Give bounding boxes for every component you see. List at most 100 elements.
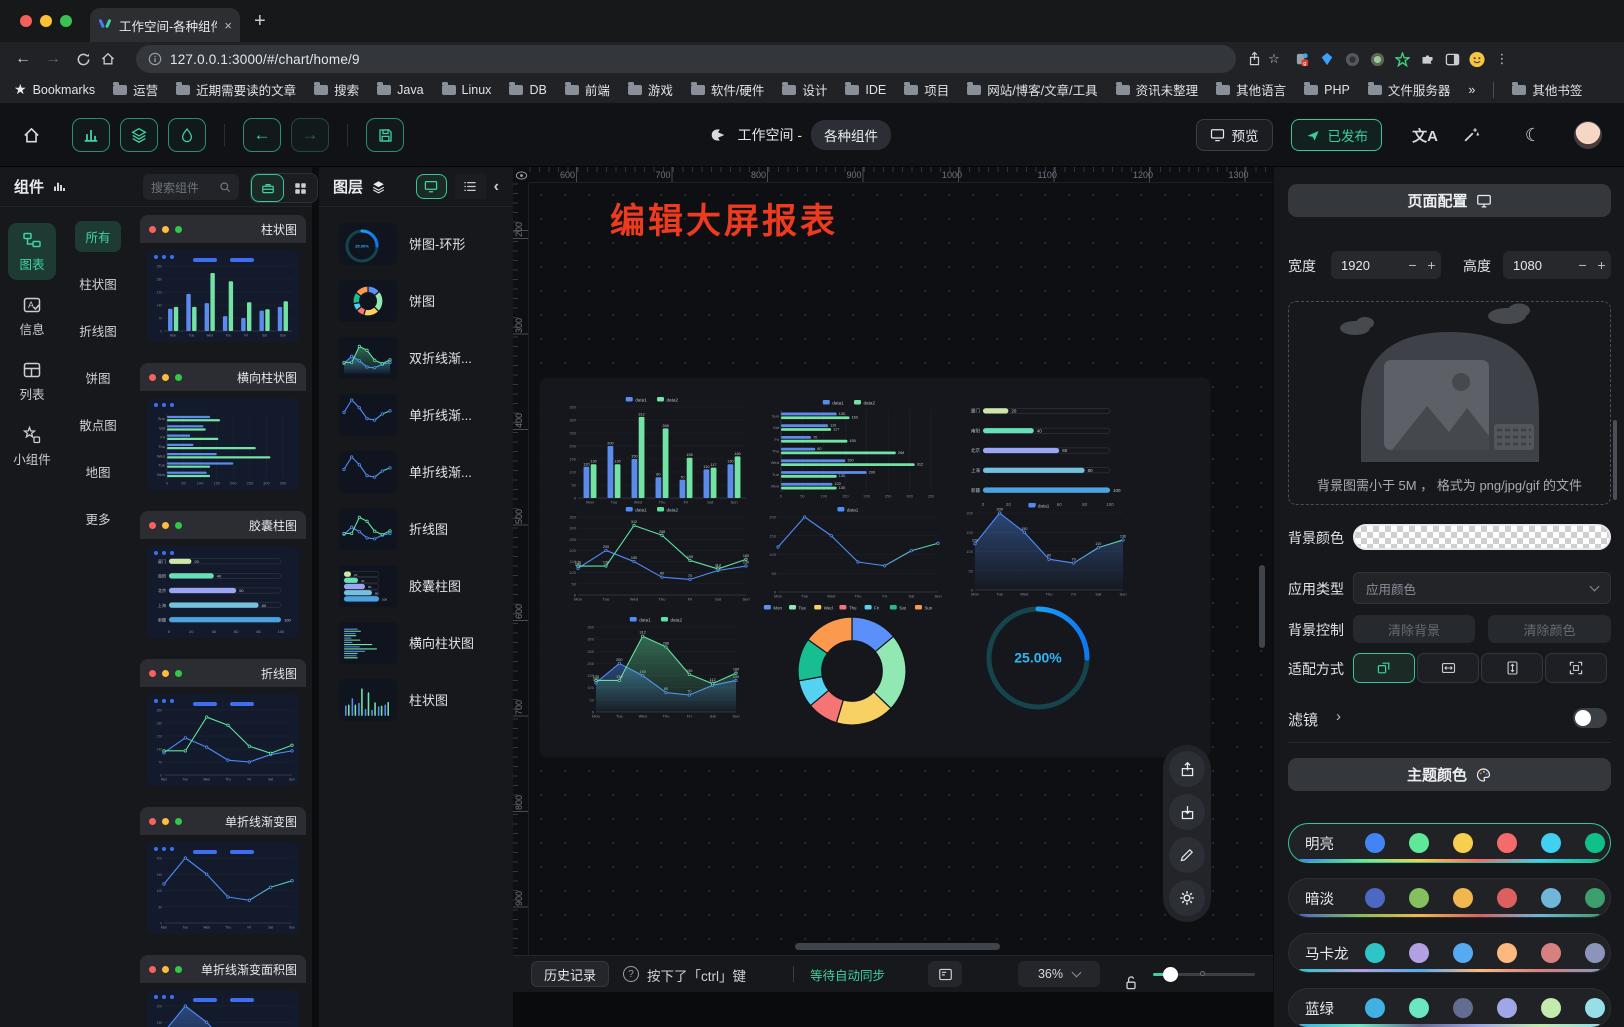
dark-mode-moon-icon[interactable]: ☾ [1516, 125, 1550, 146]
fit-width-button[interactable] [1417, 653, 1479, 683]
panel-toggle-button[interactable] [928, 961, 962, 987]
maximize-window-button[interactable] [60, 15, 72, 27]
category-散点图[interactable]: 散点图 [69, 409, 127, 440]
canvas-chart-capsule[interactable]: 厦门20南阳40北京60上海80新疆100020406080100 [963, 397, 1126, 509]
horizontal-scrollbar[interactable] [795, 943, 1000, 950]
background-color-swatch[interactable] [1353, 524, 1611, 550]
bookmark-item[interactable]: Java [377, 80, 423, 99]
bookmark-item[interactable]: 文件服务器 [1368, 80, 1451, 99]
fit-height-button[interactable] [1481, 653, 1543, 683]
save-button[interactable] [366, 118, 404, 152]
extension-gem-icon[interactable] [1319, 51, 1335, 67]
chevron-right-icon[interactable]: › [1336, 708, 1341, 725]
forward-icon[interactable]: → [40, 50, 66, 68]
clear-background-button[interactable]: 清除背景 [1353, 615, 1475, 643]
layer-item-单折线渐...[interactable]: 单折线渐... [319, 386, 513, 443]
sidebar-nav-小组件[interactable]: 小组件 [8, 418, 56, 475]
back-icon[interactable]: ← [10, 50, 36, 68]
canvas-title-text[interactable]: 编辑大屏报表 [610, 193, 838, 244]
bookmark-item[interactable]: 资讯未整理 [1116, 80, 1199, 99]
layers-panel-button[interactable] [120, 118, 158, 152]
canvas-chart-gradient-line[interactable]: data1050100150200MonTueWedThuFriSatSun [763, 505, 943, 601]
history-button[interactable]: 历史记录 [531, 961, 609, 987]
bookmark-item[interactable]: 网站/博客/文章/工具 [967, 80, 1097, 99]
new-tab-button[interactable]: + [254, 11, 266, 31]
bookmarks-overflow-button[interactable]: » [1468, 83, 1475, 97]
bookmark-item[interactable]: 项目 [904, 80, 949, 99]
canvas-chart-horizontal-bar[interactable]: data1data2050100150200250300350Sun130160… [763, 398, 945, 501]
editor-canvas[interactable]: 6007008009001000110012001300 20030040050… [513, 167, 1273, 1027]
layer-item-饼图-环形[interactable]: 25.00%饼图-环形 [319, 215, 513, 272]
grid-view-button[interactable] [284, 174, 317, 202]
collapse-panel-icon[interactable]: ‹ [494, 178, 499, 196]
panel-scrollbar[interactable] [1613, 420, 1617, 500]
bookmark-item[interactable]: 设计 [782, 80, 827, 99]
zoom-select[interactable]: 36% [1018, 961, 1100, 987]
width-increase-button[interactable]: + [1422, 257, 1441, 273]
bookmark-item[interactable]: 游戏 [628, 80, 673, 99]
window-controls[interactable] [20, 15, 72, 27]
component-card-折线图[interactable]: 折线图070140210280350MonTueWedThuFriSatSun [140, 659, 306, 793]
bookmark-item[interactable]: Linux [442, 80, 492, 99]
extension-pin-icon[interactable]: g [1294, 51, 1310, 67]
extension-green-circle-icon[interactable] [1369, 51, 1385, 67]
sidebar-nav-列表[interactable]: 列表 [8, 353, 56, 410]
canvas-chart-gradient-area[interactable]: data1050100150200MonTueWedThuFriSatSun12… [960, 501, 1128, 599]
theme-row-暗淡[interactable]: 暗淡 [1288, 878, 1611, 918]
search-input[interactable]: 搜索组件 [143, 174, 239, 200]
layer-item-单折线渐...[interactable]: 单折线渐... [319, 443, 513, 500]
redo-button[interactable]: → [291, 118, 329, 152]
sidebar-nav-信息[interactable]: A信息 [8, 288, 56, 345]
bookmark-item[interactable]: DB [509, 80, 546, 99]
user-avatar[interactable] [1574, 121, 1602, 149]
category-折线图[interactable]: 折线图 [69, 315, 127, 346]
bookmark-star-icon[interactable]: ☆ [1266, 51, 1282, 67]
category-柱状图[interactable]: 柱状图 [69, 268, 127, 299]
category-地图[interactable]: 地图 [75, 456, 120, 487]
canvas-chart-pie[interactable]: MonTueWedThuFriSatSun [759, 603, 945, 729]
filter-toggle[interactable] [1573, 708, 1607, 728]
charts-panel-button[interactable] [72, 118, 110, 152]
canvas-chart-dual-line[interactable]: data1data2050100150200250300350MonTueWed… [563, 505, 751, 604]
undo-button[interactable]: ← [243, 118, 281, 152]
extensions-puzzle-icon[interactable] [1419, 51, 1435, 67]
fit-scale-button[interactable] [1353, 653, 1415, 683]
preview-button[interactable]: 预览 [1196, 119, 1273, 151]
bookmark-item[interactable]: 其他语言 [1216, 80, 1286, 99]
category-所有[interactable]: 所有 [75, 221, 120, 252]
publish-button[interactable]: 已发布 [1291, 119, 1383, 151]
theme-row-蓝绿[interactable]: 蓝绿 [1288, 988, 1611, 1027]
clear-color-button[interactable]: 清除颜色 [1488, 615, 1611, 643]
home-icon[interactable] [100, 51, 126, 67]
layer-item-柱状图[interactable]: 柱状图 [319, 671, 513, 728]
canvas-chart-bar[interactable]: data1data2050100150200250300350Mon120130… [563, 395, 751, 507]
bookmark-item[interactable]: 搜索 [314, 80, 359, 99]
help-icon[interactable]: ? [623, 966, 639, 982]
minimize-window-button[interactable] [40, 15, 52, 27]
background-upload-area[interactable]: 背景图需小于 5M ， 格式为 png/jpg/gif 的文件 [1288, 301, 1611, 505]
height-decrease-button[interactable]: − [1573, 257, 1592, 273]
layer-item-双折线渐...[interactable]: 双折线渐... [319, 329, 513, 386]
browser-menu-icon[interactable]: ⋮ [1494, 51, 1510, 67]
workspace-badge[interactable]: 各种组件 [811, 120, 891, 150]
import-icon[interactable] [1169, 794, 1205, 830]
export-icon[interactable] [1169, 751, 1205, 787]
component-card-横向柱状图[interactable]: 横向柱状图050100150200250300350SunSatFriThuWe… [140, 363, 306, 497]
component-card-胶囊柱图[interactable]: 胶囊柱图厦门20南阳40北京60上海80新疆100020406080100 [140, 511, 306, 645]
eye-icon[interactable] [513, 167, 529, 183]
app-type-select[interactable]: 应用颜色 [1353, 572, 1611, 604]
tab-close-icon[interactable]: × [224, 18, 232, 33]
other-bookmarks-button[interactable]: 其他书签 [1512, 80, 1582, 99]
sidebar-toggle-icon[interactable] [1444, 51, 1460, 67]
width-value[interactable]: 1920 [1331, 258, 1403, 273]
layer-list-view-button[interactable] [455, 174, 486, 199]
layer-item-胶囊柱图[interactable]: 厦门20南阳40北京60上海80新疆100胶囊柱图 [319, 557, 513, 614]
bookmark-item[interactable]: IDE [845, 80, 886, 99]
bookmark-item[interactable]: 前端 [565, 80, 610, 99]
browser-tab[interactable]: 工作空间-各种组件 × [90, 8, 240, 42]
magic-wand-icon[interactable] [1462, 126, 1496, 144]
height-increase-button[interactable]: + [1592, 257, 1611, 273]
close-window-button[interactable] [20, 15, 32, 27]
width-decrease-button[interactable]: − [1403, 257, 1422, 273]
width-stepper[interactable]: 1920 − + [1331, 251, 1441, 279]
